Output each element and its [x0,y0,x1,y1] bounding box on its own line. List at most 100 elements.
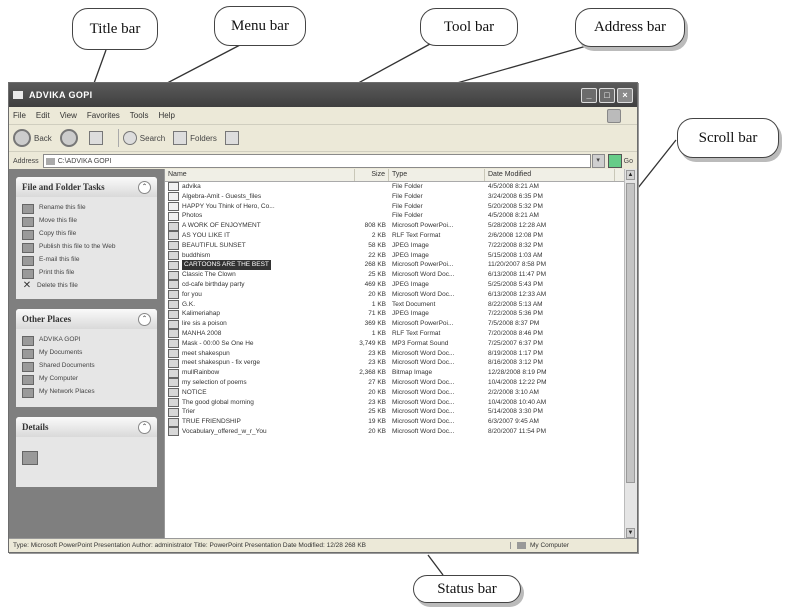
file-size: 3,749 KB [359,339,386,347]
file-row[interactable]: MANHA 2008 1 KB RLF Text Format 7/20/2008 8… [165,329,637,339]
views-button[interactable] [224,131,242,145]
file-row[interactable]: The good global morning 23 KB Microsoft Wo… [165,397,637,408]
file-row[interactable]: A WORK OF ENJOYMENT 808 KB Microsoft Power… [165,221,637,231]
menu-edit[interactable]: Edit [36,111,50,120]
file-name-cell: Vocabulary_offered_w_r_You [165,427,355,437]
file-row[interactable]: Classic The Clown 25 KB Microsoft Word Doc… [165,270,637,280]
file-row[interactable]: cd-cafe birthday party 469 KB JPEG Image 5/… [165,280,637,290]
file-row[interactable]: HAPPY You Think of Hero, Co... File Folde… [165,201,637,212]
go-arrow-icon[interactable] [607,154,622,168]
file-row[interactable]: lire sis a poison 369 KB Microsoft PowerPo… [165,319,637,329]
task-link[interactable]: ✕ Delete this file [22,281,151,291]
file-row[interactable]: Vocabulary_offered_w_r_You 20 KB Microsoft… [165,427,637,437]
task-link[interactable]: E-mail this file [22,256,151,266]
folders-button[interactable]: Folders [173,131,217,145]
file-name-cell: cd-cafe birthday party [165,280,355,290]
collapse-chevron-icon[interactable]: ⌃ [138,180,151,194]
task-link[interactable]: Shared Documents [22,362,151,372]
menu-help[interactable]: Help [158,111,174,120]
file-row[interactable]: Kalimeriahap 71 KB JPEG Image 7/22/2008 5:3… [165,309,637,319]
forward-button[interactable] [59,129,81,147]
file-icon [168,231,179,241]
up-folder-button[interactable] [88,131,106,145]
file-row[interactable]: mullRainbow 2,368 KB Bitmap Image 12/28/200… [165,368,637,378]
file-name-cell: Trier [165,407,355,417]
column-size[interactable]: Size [355,169,389,181]
menu-view[interactable]: View [60,111,77,120]
file-name-cell: HAPPY You Think of Hero, Co... [165,201,355,212]
vertical-scrollbar[interactable]: ▲ ▼ [624,169,637,539]
file-name: meet shakespun - fix verge [182,359,261,367]
task-link[interactable]: Print this file [22,269,151,279]
panel-header[interactable]: File and Folder Tasks ⌃ [16,177,157,197]
collapse-chevron-icon[interactable]: ⌃ [138,420,151,434]
file-row[interactable]: for you 20 KB Microsoft Word Doc... 6/13/20… [165,290,637,300]
search-button[interactable]: Search [114,129,165,147]
column-name[interactable]: Name [165,169,355,181]
file-row[interactable]: Trier 25 KB Microsoft Word Doc... 5/14/2008… [165,407,637,417]
task-link[interactable]: My Network Places [22,388,151,398]
task-icon [22,217,34,227]
task-link[interactable]: My Computer [22,375,151,385]
file-name: BEAUTIFUL SUNSET [182,241,246,249]
file-row[interactable]: Photos File Folder 4/5/2008 8:21 AM [165,211,637,221]
file-row[interactable]: NOTICE 20 KB Microsoft Word Doc... 2/2/2008… [165,388,637,398]
scroll-bar-callout: Scroll bar [677,118,779,158]
column-headers: Name Size Type Date Modified [165,169,637,182]
file-row[interactable]: my selection of poems 27 KB Microsoft Word… [165,378,637,388]
file-name: advika [182,183,201,190]
scroll-up-arrow-icon[interactable]: ▲ [626,170,635,180]
panel-header[interactable]: Other Places ⌃ [16,309,157,329]
file-row[interactable]: AS YOU LIKE IT 2 KB RLF Text Format 2/6/200… [165,231,637,241]
menu-file[interactable]: File [13,111,26,120]
file-row[interactable]: TRUE FRIENDSHIP 19 KB Microsoft Word Doc..… [165,417,637,427]
file-row[interactable]: BEAUTIFUL SUNSET 58 KB JPEG Image 7/22/2008… [165,241,637,251]
file-icon [168,378,179,388]
minimize-button[interactable]: _ [581,87,597,103]
tool-bar-callout: Tool bar [420,8,518,46]
file-date-modified: 4/5/2008 8:21 AM [488,183,539,190]
task-label: Move this file [39,217,77,224]
file-name-cell: G.K. [165,299,355,310]
file-date-modified: 6/13/2008 12:33 AM [488,290,547,298]
file-list: Name Size Type Date Modified advika File … [164,169,637,539]
file-row[interactable]: Algebra-Amit - Guests_files File Folder 3/… [165,192,637,202]
panel-header[interactable]: Details ⌃ [16,417,157,437]
address-input[interactable]: C:\ADVIKA GOPI [42,154,591,168]
file-row[interactable]: meet shakespun 23 KB Microsoft Word Doc...… [165,348,637,359]
file-type: JPEG Image [392,251,429,259]
file-row[interactable]: Mask - 00:00 Se One He 3,749 KB MP3 Format… [165,339,637,349]
menu-tools[interactable]: Tools [130,111,149,120]
maximize-button[interactable]: □ [599,87,615,103]
column-date-modified[interactable]: Date Modified [485,169,615,181]
address-dropdown-button[interactable]: ▾ [591,154,605,168]
file-row[interactable]: meet shakespun - fix verge 23 KB Microsoft… [165,358,637,368]
task-link[interactable]: Copy this file [22,230,151,240]
scroll-down-arrow-icon[interactable]: ▼ [626,528,635,538]
collapse-chevron-icon[interactable]: ⌃ [138,312,151,326]
file-icon [168,397,179,407]
task-link[interactable]: Move this file [22,217,151,227]
menu-favorites[interactable]: Favorites [87,111,120,120]
title-bar[interactable]: ADVIKA GOPI _ □ × [9,83,637,107]
task-link[interactable]: My Documents [22,349,151,359]
explorer-window: ADVIKA GOPI _ □ × File Edit View Favorit… [8,82,638,553]
task-link[interactable]: Publish this file to the Web [22,243,151,253]
file-row[interactable]: advika File Folder 4/5/2008 8:21 AM [165,182,637,192]
column-type[interactable]: Type [389,169,485,181]
status-bar: Type: Microsoft PowerPoint Presentation … [9,538,637,552]
file-row[interactable]: CARTOONS ARE THE BEST 268 KB Microsoft Pow… [165,260,637,271]
file-icon [168,388,179,398]
task-link[interactable]: ADVIKA GOPI [22,336,151,346]
file-icon [168,427,179,437]
file-row[interactable]: buddhism 22 KB JPEG Image 5/15/2008 1:03 AM [165,250,637,261]
close-button[interactable]: × [617,87,633,103]
task-label: ADVIKA GOPI [39,336,81,343]
task-link[interactable]: Rename this file [22,204,151,214]
file-date-modified: 2/2/2008 3:10 AM [488,388,539,396]
file-row[interactable]: G.K. 1 KB Text Document 8/22/2008 5:13 AM [165,299,637,310]
file-size: 22 KB [368,251,386,259]
back-button[interactable]: Back [13,129,52,147]
scrollbar-thumb[interactable] [626,183,635,483]
go-label[interactable]: Go [624,158,633,165]
